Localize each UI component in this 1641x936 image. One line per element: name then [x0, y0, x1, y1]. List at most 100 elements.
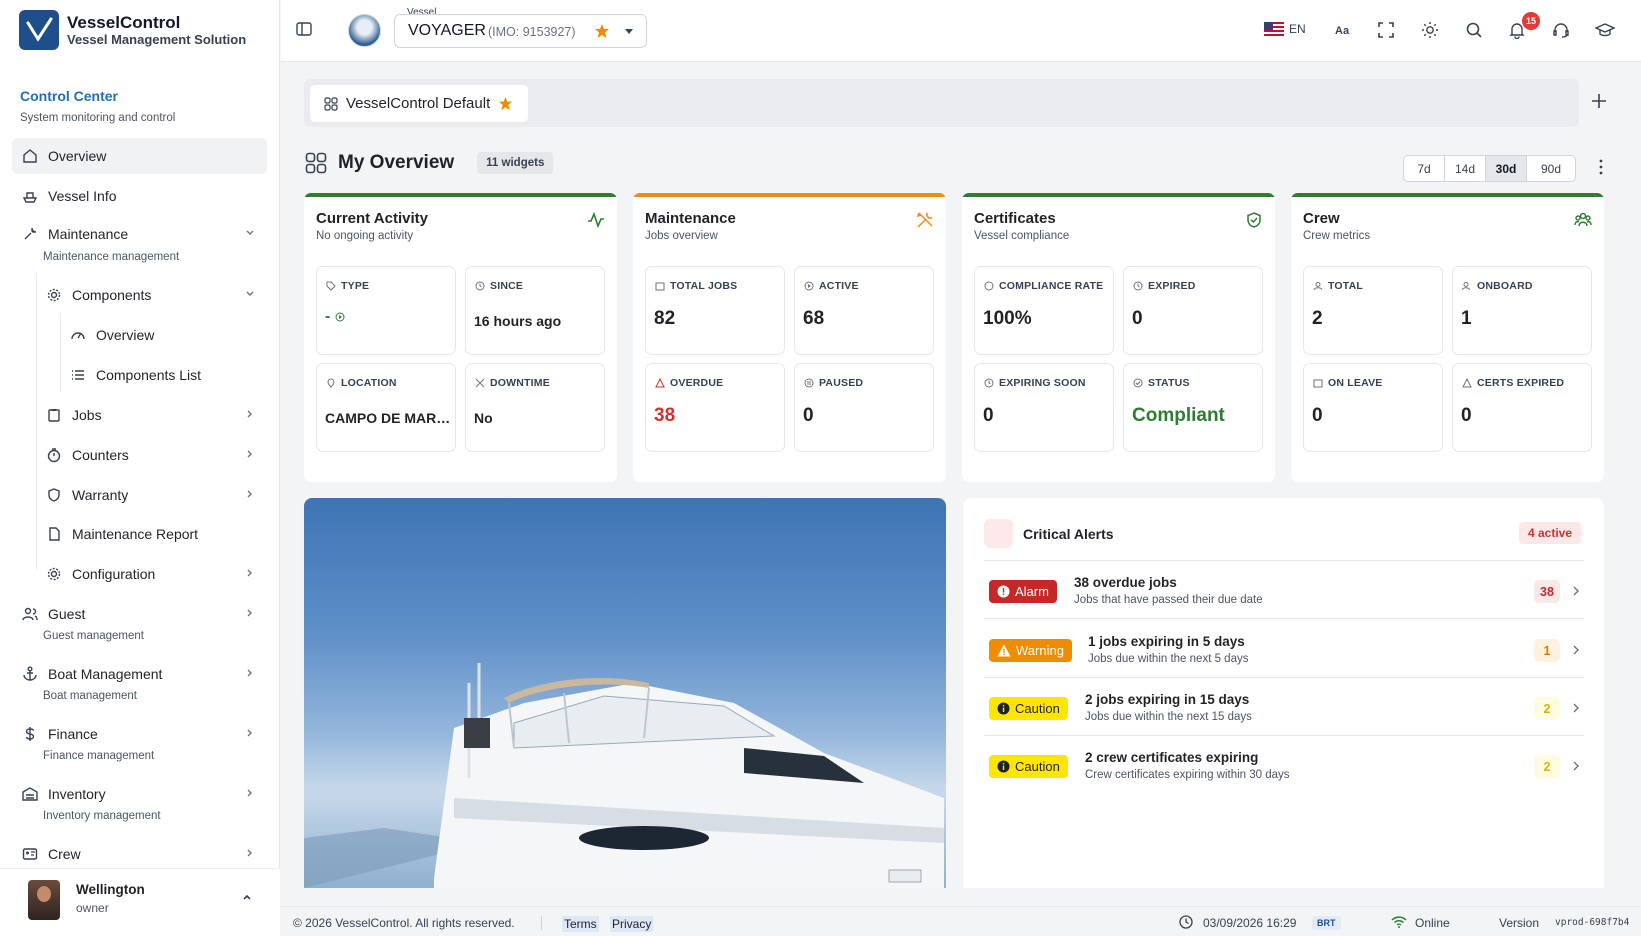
version-label: Version [1499, 916, 1540, 930]
percent-icon [984, 281, 994, 291]
metric-value: No [474, 410, 493, 426]
sidebar-item-label: Finance [48, 726, 98, 742]
alert-count: 38 [1534, 580, 1560, 603]
metric-label: TOTAL [1328, 280, 1364, 292]
sidebar-item-components-list[interactable]: Components List [60, 357, 267, 393]
metric-value: 0 [803, 405, 814, 426]
sidebar-item-boat-management[interactable]: Boat Management [12, 656, 267, 692]
app-subtitle: Vessel Management Solution [67, 32, 247, 47]
sidebar-item-finance[interactable]: Finance [12, 716, 267, 752]
privacy-link[interactable]: Privacy [610, 916, 654, 932]
alert-title: 2 jobs expiring in 15 days [1085, 692, 1250, 707]
vessel-avatar [348, 14, 381, 47]
warning-icon [655, 378, 665, 388]
dashboard-tabs: VesselControl Default [304, 79, 1579, 127]
alert-row[interactable]: Warning 1 jobs expiring in 5 days Jobs d… [984, 620, 1584, 678]
chevron-right-icon [245, 449, 255, 459]
alert-row[interactable]: Caution 2 jobs expiring in 15 days Jobs … [984, 678, 1584, 736]
alert-description: Jobs due within the next 5 days [1088, 653, 1249, 665]
range-14d-button[interactable]: 14d [1445, 156, 1486, 181]
sidebar-item-components[interactable]: Components [36, 277, 267, 313]
chevron-right-icon [245, 848, 255, 858]
metric-value: 82 [654, 308, 676, 329]
sidebar-item-crew[interactable]: Crew [12, 836, 267, 872]
clipboard-icon [46, 407, 62, 423]
sidebar-item-label: Configuration [72, 566, 156, 582]
star-icon[interactable] [498, 96, 513, 111]
list-icon [70, 367, 86, 383]
section-title: Control Center [20, 88, 118, 104]
fullscreen-icon[interactable] [1377, 21, 1395, 39]
sidebar-item-warranty[interactable]: Warranty [36, 477, 267, 513]
sidebar-item-vessel-info[interactable]: Vessel Info [12, 178, 267, 214]
alert-title: 38 overdue jobs [1074, 575, 1177, 590]
sidebar-item-guest[interactable]: Guest [12, 596, 267, 632]
copyright: © 2026 VesselControl. All rights reserve… [293, 916, 515, 930]
chevron-right-icon [245, 568, 255, 578]
star-icon[interactable] [594, 23, 610, 39]
users-icon [1574, 211, 1592, 229]
metric-total-jobs: TOTAL JOBS 82 [645, 266, 785, 355]
alert-row[interactable]: Caution 2 crew certificates expiring Cre… [984, 736, 1584, 794]
search-icon[interactable] [1465, 21, 1483, 39]
vessel-imo: (IMO: 9153927) [488, 25, 576, 39]
tab-vesselcontrol-default[interactable]: VesselControl Default [310, 85, 528, 122]
metric-label: ON LEAVE [1328, 377, 1383, 389]
tab-label: VesselControl Default [346, 95, 491, 112]
sidebar: VesselControl Vessel Management Solution… [0, 0, 280, 936]
topbar: Vessel VOYAGER (IMO: 9153927) EN Aa 15 [281, 0, 1641, 62]
sidebar-item-label: Warranty [72, 487, 129, 503]
chevron-down-icon [245, 289, 255, 299]
add-tab-icon[interactable] [1591, 93, 1607, 109]
metric-label: TOTAL JOBS [670, 280, 738, 292]
card-title: Current Activity [316, 210, 428, 227]
graduation-cap-icon[interactable] [1595, 21, 1615, 39]
overview-header: My Overview 11 widgets [305, 152, 554, 174]
version-code: vprod-698f7b4 [1555, 917, 1630, 928]
alert-title: 2 crew certificates expiring [1085, 750, 1259, 765]
metric-value: 0 [1312, 405, 1323, 426]
more-options-icon[interactable] [1594, 158, 1608, 176]
dollar-icon [22, 726, 38, 742]
user-menu[interactable]: Wellington owner [0, 868, 280, 936]
footer: © 2026 VesselControl. All rights reserve… [281, 906, 1641, 936]
brand[interactable]: VesselControl Vessel Management Solution [19, 10, 246, 50]
tools-icon [916, 211, 934, 229]
sidebar-item-configuration[interactable]: Configuration [36, 556, 267, 592]
sidebar-item-overview[interactable]: Overview [12, 138, 267, 174]
certificates-card: Certificates Vessel compliance COMPLIANC… [962, 193, 1275, 482]
headset-icon[interactable] [1552, 21, 1570, 39]
range-90d-button[interactable]: 90d [1527, 156, 1575, 181]
metric-value: 1 [1461, 308, 1472, 329]
card-title: Certificates [974, 210, 1056, 227]
sidebar-toggle-icon[interactable] [295, 20, 313, 38]
vessel-select[interactable]: VOYAGER (IMO: 9153927) [394, 14, 647, 48]
warning-icon [1462, 378, 1472, 388]
clock-icon [1179, 915, 1193, 929]
sidebar-item-maintenance-report[interactable]: Maintenance Report [36, 516, 267, 552]
datetime: 03/09/2026 16:29 [1203, 916, 1297, 930]
sidebar-item-maintenance[interactable]: Maintenance [12, 216, 267, 252]
theme-sun-icon[interactable] [1421, 21, 1439, 39]
vesselcontrol-logo-icon [19, 10, 59, 50]
severity-badge: Alarm [989, 580, 1057, 603]
range-30d-button[interactable]: 30d [1486, 156, 1527, 181]
font-size-icon[interactable]: Aa [1334, 21, 1352, 39]
sidebar-item-label: Overview [96, 327, 155, 343]
sidebar-item-label: Maintenance Report [72, 526, 199, 542]
sidebar-item-inventory[interactable]: Inventory [12, 776, 267, 812]
metric-paused: PAUSED 0 [794, 363, 934, 452]
sidebar-item-label: Crew [48, 846, 81, 862]
sidebar-item-counters[interactable]: Counters [36, 437, 267, 473]
range-7d-button[interactable]: 7d [1404, 156, 1445, 181]
alert-row[interactable]: Alarm 38 overdue jobs Jobs that have pas… [984, 561, 1584, 619]
widgets-count-badge: 11 widgets [477, 152, 554, 174]
metric-value: Compliant [1132, 405, 1225, 426]
card-accent [962, 193, 1275, 197]
sidebar-item-components-overview[interactable]: Overview [60, 317, 267, 353]
chevron-down-icon [245, 228, 255, 238]
metric-label: EXPIRING SOON [999, 377, 1086, 389]
sidebar-item-jobs[interactable]: Jobs [36, 397, 267, 433]
language-select[interactable]: EN [1264, 22, 1306, 36]
terms-link[interactable]: Terms [562, 916, 599, 932]
